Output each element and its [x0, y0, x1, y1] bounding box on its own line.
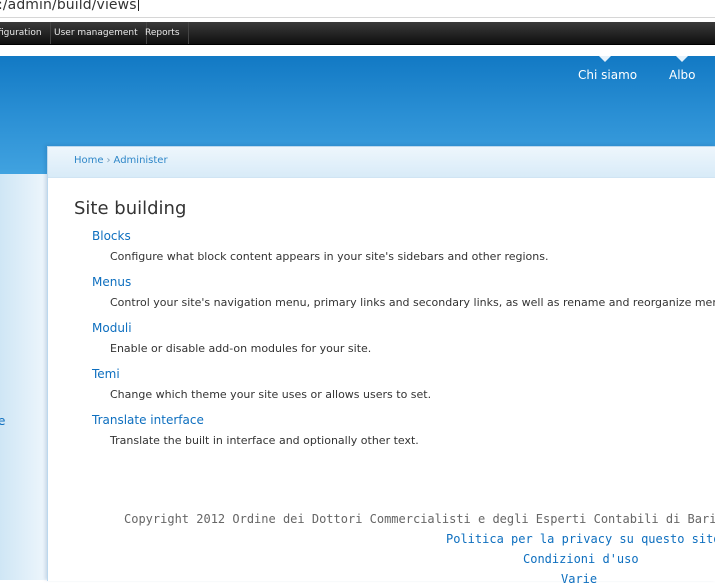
toolbar-item-configuration[interactable]: figuration [0, 22, 51, 44]
breadcrumb-separator: › [106, 155, 111, 166]
sidebar: e [0, 174, 47, 580]
entry-link-blocks[interactable]: Blocks [92, 229, 131, 243]
breadcrumb-administer[interactable]: Administer [114, 155, 168, 166]
entry-link-translate-interface[interactable]: Translate interface [92, 413, 204, 427]
entry-description: Enable or disable add-on modules for you… [110, 342, 372, 355]
nav-pointer-icon [676, 56, 688, 62]
entry-description: Translate the built in interface and opt… [110, 434, 419, 447]
entry-description: Control your site's navigation menu, pri… [110, 296, 715, 309]
footer-copyright: Copyright 2012 Ordine dei Dottori Commer… [124, 512, 715, 526]
address-bar[interactable]: :/admin/build/views [0, 0, 715, 18]
breadcrumb-home[interactable]: Home [74, 155, 104, 166]
sidebar-link[interactable]: e [0, 414, 5, 428]
entry-description: Change which theme your site uses or all… [110, 388, 432, 401]
footer-link-privacy[interactable]: Politica per la privacy su questo sito [446, 532, 715, 546]
footer-link-terms[interactable]: Condizioni d'uso [523, 552, 639, 566]
entry-link-moduli[interactable]: Moduli [92, 321, 132, 335]
text-caret [137, 0, 139, 11]
main-content: Home › Administer Site building Blocks Con… [47, 146, 715, 586]
address-url[interactable]: :/admin/build/views [0, 0, 139, 13]
page-title: Site building [74, 198, 187, 219]
entry-link-temi[interactable]: Temi [92, 367, 120, 381]
nav-link-albo[interactable]: Albo [669, 68, 696, 82]
nav-pointer-icon [599, 56, 611, 62]
breadcrumb: Home › Administer [48, 147, 715, 178]
nav-link-chi-siamo[interactable]: Chi siamo [578, 68, 637, 82]
entry-description: Configure what block content appears in … [110, 250, 549, 263]
footer-link-varie[interactable]: Varie [561, 572, 597, 586]
entry-link-menus[interactable]: Menus [92, 275, 131, 289]
admin-toolbar: figuration User management Reports [0, 22, 715, 45]
toolbar-item-user-management[interactable]: User management [46, 22, 147, 44]
toolbar-item-reports[interactable]: Reports [137, 22, 189, 44]
